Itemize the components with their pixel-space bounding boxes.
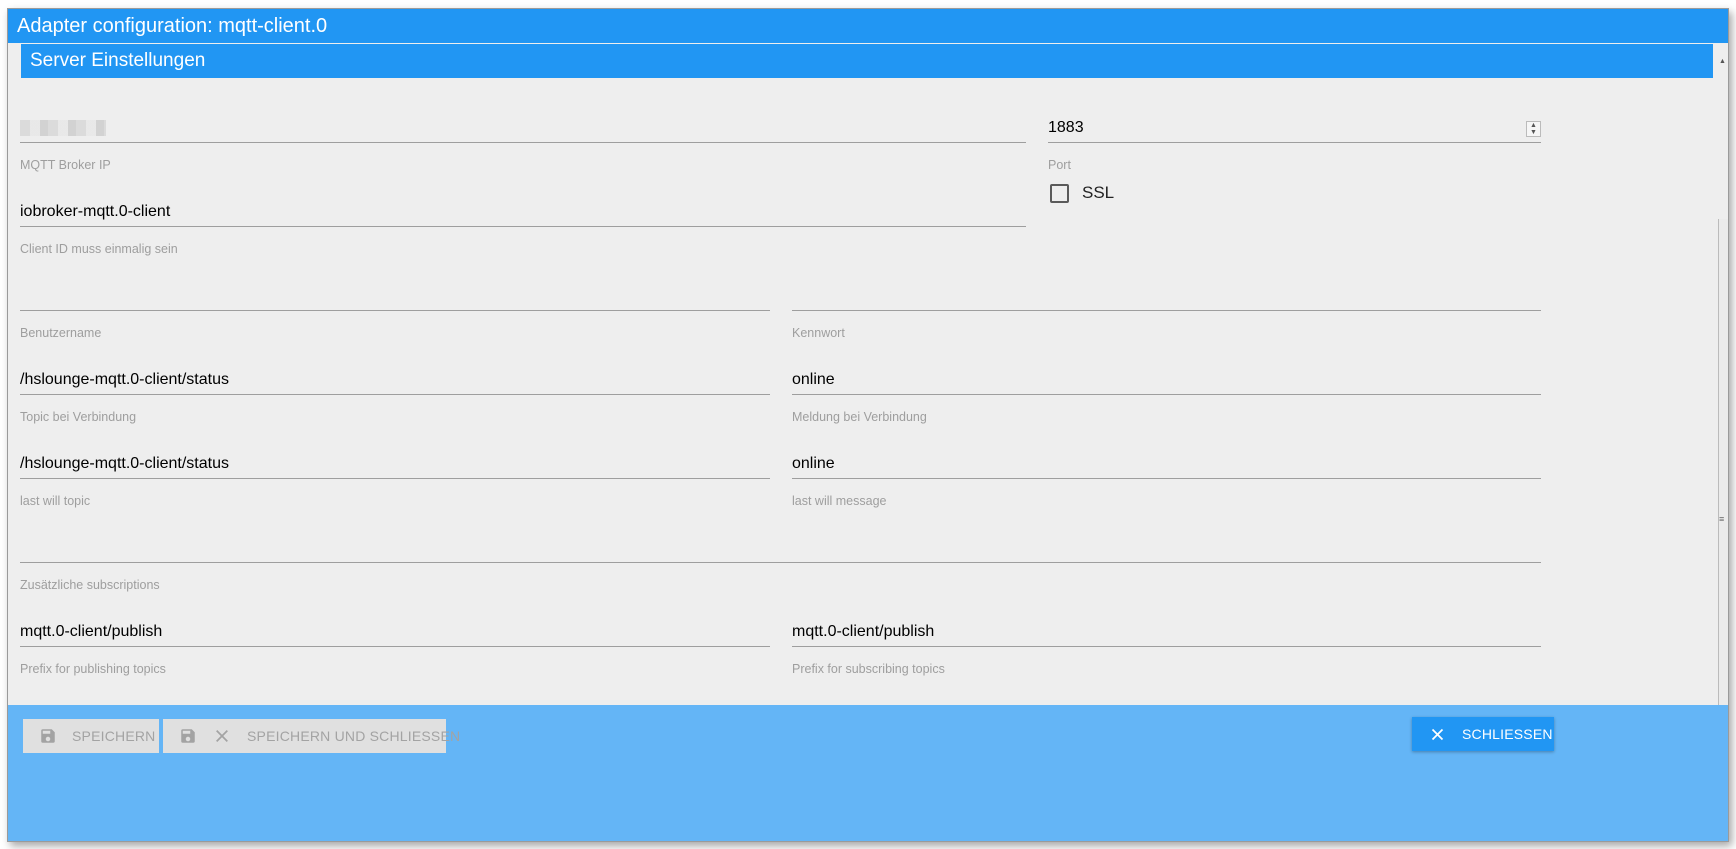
last-will-topic-field[interactable]: /hslounge-mqtt.0-client/status last will… bbox=[20, 449, 770, 509]
scroll-grip-icon: ≡ bbox=[1719, 514, 1725, 524]
client-id-label: Client ID muss einmalig sein bbox=[20, 242, 178, 256]
connect-topic-label: Topic bei Verbindung bbox=[20, 410, 137, 424]
close-icon bbox=[214, 728, 230, 744]
subscriptions-label: Zusätzliche subscriptions bbox=[20, 578, 160, 592]
checkbox-icon[interactable] bbox=[1050, 184, 1069, 203]
ssl-label: SSL bbox=[1082, 183, 1115, 202]
username-label: Benutzername bbox=[20, 326, 102, 340]
password-label: Kennwort bbox=[792, 326, 845, 340]
dialog-footer: SPEICHERN SPEICHERN UND SCHLIESSEN SCHLI… bbox=[8, 705, 1728, 841]
password-input[interactable] bbox=[792, 281, 1541, 311]
window-title: Adapter configuration: mqtt-client.0 bbox=[8, 9, 1728, 43]
spinner-arrows-icon[interactable]: ▲ ▼ bbox=[1526, 121, 1541, 137]
floppy-disk-icon bbox=[39, 727, 57, 745]
last-will-message-label: last will message bbox=[792, 494, 887, 508]
username-input[interactable] bbox=[20, 281, 770, 311]
broker-ip-field[interactable]: MQTT Broker IP bbox=[20, 113, 1026, 173]
scroll-up-icon[interactable]: ▲ bbox=[1718, 57, 1727, 66]
broker-ip-label: MQTT Broker IP bbox=[20, 158, 111, 172]
close-button[interactable]: SCHLIESSEN bbox=[1412, 717, 1554, 751]
connect-message-input[interactable]: online bbox=[792, 365, 1541, 395]
subscribe-prefix-label: Prefix for subscribing topics bbox=[792, 662, 945, 676]
floppy-disk-icon bbox=[179, 727, 197, 745]
connect-message-field[interactable]: online Meldung bei Verbindung bbox=[792, 365, 1541, 425]
last-will-topic-label: last will topic bbox=[20, 494, 91, 508]
adapter-config-dialog: Adapter configuration: mqtt-client.0 Ser… bbox=[7, 8, 1729, 842]
password-field[interactable]: Kennwort bbox=[792, 281, 1541, 341]
subscriptions-field[interactable]: Zusätzliche subscriptions bbox=[20, 533, 1541, 593]
save-button-label: SPEICHERN bbox=[72, 728, 156, 744]
last-will-message-input[interactable]: online bbox=[792, 449, 1541, 479]
port-field[interactable]: 1883 ▲ ▼ Port bbox=[1048, 113, 1541, 173]
save-and-close-button-label: SPEICHERN UND SCHLIESSEN bbox=[247, 728, 461, 744]
last-will-topic-input[interactable]: /hslounge-mqtt.0-client/status bbox=[20, 449, 770, 479]
port-input[interactable]: 1883 bbox=[1048, 113, 1541, 143]
save-and-close-button[interactable]: SPEICHERN UND SCHLIESSEN bbox=[163, 719, 460, 753]
username-field[interactable]: Benutzername bbox=[20, 281, 770, 341]
vertical-scrollbar[interactable]: ▲ ≡ ▼ bbox=[1715, 43, 1728, 789]
subscribe-prefix-field[interactable]: mqtt.0-client/publish Prefix for subscri… bbox=[792, 617, 1541, 677]
subscriptions-input[interactable] bbox=[20, 533, 1541, 563]
subscribe-prefix-input[interactable]: mqtt.0-client/publish bbox=[792, 617, 1541, 647]
connect-topic-field[interactable]: /hslounge-mqtt.0-client/status Topic bei… bbox=[20, 365, 770, 425]
last-will-message-field[interactable]: online last will message bbox=[792, 449, 1541, 509]
scrollbar-thumb[interactable] bbox=[1718, 219, 1728, 739]
port-label: Port bbox=[1048, 158, 1071, 172]
connect-topic-input[interactable]: /hslounge-mqtt.0-client/status bbox=[20, 365, 770, 395]
section-header-server-settings: Server Einstellungen bbox=[21, 44, 1713, 78]
publish-prefix-input[interactable]: mqtt.0-client/publish bbox=[20, 617, 770, 647]
close-icon bbox=[1430, 727, 1445, 742]
publish-prefix-label: Prefix for publishing topics bbox=[20, 662, 166, 676]
close-button-label: SCHLIESSEN bbox=[1462, 726, 1553, 742]
redacted-broker-ip bbox=[20, 120, 106, 136]
broker-ip-input[interactable] bbox=[20, 113, 1026, 143]
publish-prefix-field[interactable]: mqtt.0-client/publish Prefix for publish… bbox=[20, 617, 770, 677]
client-id-field[interactable]: iobroker-mqtt.0-client Client ID muss ei… bbox=[20, 197, 1026, 257]
connect-message-label: Meldung bei Verbindung bbox=[792, 410, 927, 424]
save-button[interactable]: SPEICHERN bbox=[23, 719, 159, 753]
client-id-input[interactable]: iobroker-mqtt.0-client bbox=[20, 197, 1026, 227]
